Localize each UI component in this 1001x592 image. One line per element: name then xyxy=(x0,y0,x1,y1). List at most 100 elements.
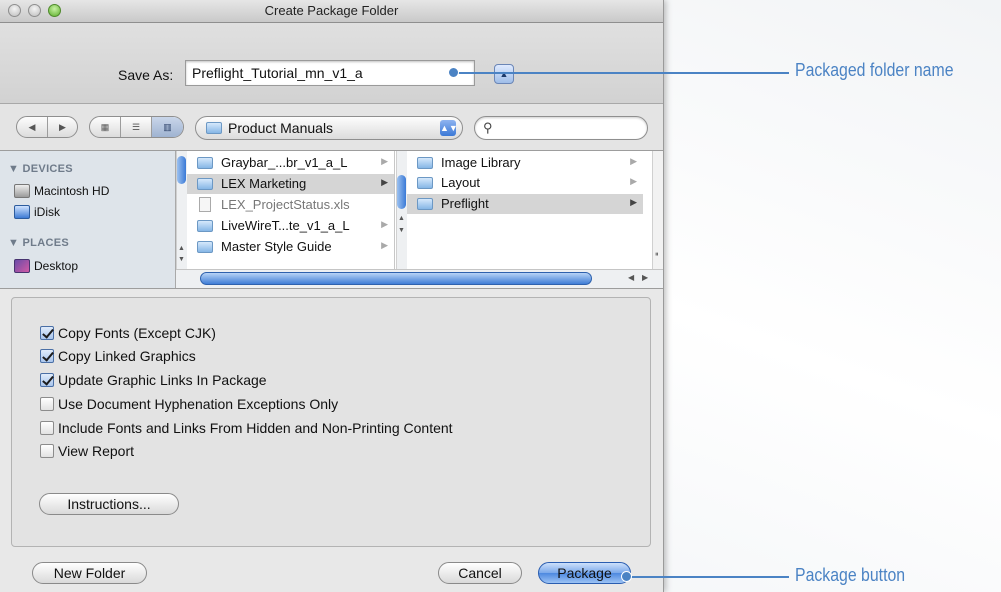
folder-icon xyxy=(417,157,433,169)
collapse-browser-button[interactable]: ▲ xyxy=(494,64,514,84)
chevron-right-icon: ▶ xyxy=(381,219,388,229)
save-as-input[interactable] xyxy=(185,60,475,86)
list-item-label: LEX Marketing xyxy=(221,176,307,191)
document-icon xyxy=(199,197,211,212)
location-label: Product Manuals xyxy=(228,120,334,136)
column-view-button[interactable]: ▥ xyxy=(151,117,183,137)
list-item[interactable]: Layout ▶ xyxy=(407,173,643,193)
browser-toolbar: ◀ ▶ ▦ ☰ ▥ Product Manuals ▲▼ ⚲ xyxy=(0,104,663,150)
file-browser: ▼ DEVICES Macintosh HD iDisk ▼ PLACES De… xyxy=(0,150,663,289)
folder-icon xyxy=(206,122,222,134)
checkbox-label: Copy Linked Graphics xyxy=(58,348,196,364)
sidebar-header-places: ▼ PLACES xyxy=(8,237,69,249)
checkbox-box[interactable] xyxy=(40,349,54,363)
checkbox-box[interactable] xyxy=(40,397,54,411)
window-title: Create Package Folder xyxy=(264,3,399,18)
sidebar-item-idisk[interactable]: iDisk xyxy=(34,205,60,219)
column-1: Graybar_...br_v1_a_L ▶ LEX Marketing ▶ L… xyxy=(187,151,395,269)
title-bar: Create Package Folder xyxy=(0,0,663,23)
column-1-scroll-thumb[interactable] xyxy=(177,156,186,184)
popup-arrows-icon: ▲▼ xyxy=(440,120,458,136)
list-item[interactable]: Master Style Guide ▶ xyxy=(187,237,394,257)
scroll-left-icon[interactable]: ◀ xyxy=(628,273,634,282)
chevron-right-icon: ▶ xyxy=(381,177,388,187)
location-popup[interactable]: Product Manuals ▲▼ xyxy=(195,116,463,140)
list-item-label: Master Style Guide xyxy=(221,239,332,254)
checkbox-label: View Report xyxy=(58,443,135,459)
list-item[interactable]: Graybar_...br_v1_a_L ▶ xyxy=(187,153,394,173)
list-item-label: LEX_ProjectStatus.xls xyxy=(221,197,350,212)
list-item[interactable]: LiveWireT...te_v1_a_L ▶ xyxy=(187,216,394,236)
chevron-right-icon: ▶ xyxy=(630,197,637,207)
scroll-resize-icon[interactable]: ⏸ xyxy=(655,251,659,259)
column-2-scroll-thumb[interactable] xyxy=(397,175,406,209)
folder-name-callout-label: Packaged folder name xyxy=(795,60,954,80)
back-button[interactable]: ◀ xyxy=(17,117,47,137)
sidebar-item-desktop[interactable]: Desktop xyxy=(34,259,78,273)
search-field[interactable]: ⚲ xyxy=(474,116,648,140)
desktop-icon xyxy=(14,259,30,273)
search-icon: ⚲ xyxy=(483,120,493,135)
cancel-button[interactable]: Cancel xyxy=(438,562,522,584)
folder-icon xyxy=(417,177,433,189)
view-mode-control: ▦ ☰ ▥ xyxy=(89,116,184,138)
sidebar-item-macintosh-hd[interactable]: Macintosh HD xyxy=(34,184,109,198)
list-item-label: Image Library xyxy=(441,155,521,170)
checkbox-label: Include Fonts and Links From Hidden and … xyxy=(58,420,453,436)
checkbox-box[interactable] xyxy=(40,421,54,435)
sidebar: ▼ DEVICES Macintosh HD iDisk ▼ PLACES De… xyxy=(0,151,176,288)
hard-drive-icon xyxy=(14,184,30,198)
folder-icon xyxy=(197,241,213,253)
scroll-down-icon[interactable]: ▼ xyxy=(178,256,185,263)
folder-icon xyxy=(197,178,213,190)
column-2-scrollbar[interactable]: ▲ ▼ xyxy=(396,151,407,269)
checkbox-label: Copy Fonts (Except CJK) xyxy=(58,325,216,341)
folder-icon xyxy=(197,220,213,232)
instructions-button[interactable]: Instructions... xyxy=(39,493,179,515)
idisk-icon xyxy=(14,205,30,219)
chevron-right-icon: ▶ xyxy=(630,156,637,166)
list-item[interactable]: LEX_ProjectStatus.xls xyxy=(187,195,394,215)
column-1-scrollbar[interactable]: ▲ ▼ xyxy=(176,151,187,269)
new-folder-button[interactable]: New Folder xyxy=(32,562,147,584)
list-item[interactable]: Preflight ▶ xyxy=(407,194,643,214)
list-item-label: Graybar_...br_v1_a_L xyxy=(221,155,348,170)
package-button-callout-line xyxy=(626,576,789,578)
package-button-callout-dot xyxy=(621,571,632,582)
checkbox-label: Use Document Hyphenation Exceptions Only xyxy=(58,396,339,412)
column-2: Image Library ▶ Layout ▶ Preflight ▶ xyxy=(407,151,643,269)
sidebar-header-devices: ▼ DEVICES xyxy=(8,163,73,175)
list-item-label: LiveWireT...te_v1_a_L xyxy=(221,218,350,233)
scroll-up-icon[interactable]: ▲ xyxy=(398,215,405,222)
folder-icon xyxy=(197,157,213,169)
create-package-dialog: Create Package Folder Save As: ▲ ◀ ▶ ▦ ☰… xyxy=(0,0,664,592)
list-item[interactable]: Image Library ▶ xyxy=(407,153,643,173)
folder-icon xyxy=(417,198,433,210)
package-options-panel: Copy Fonts (Except CJK) Copy Linked Grap… xyxy=(11,297,651,547)
list-item-label: Preflight xyxy=(441,196,489,211)
list-view-button[interactable]: ☰ xyxy=(120,117,151,137)
scroll-up-icon[interactable]: ▲ xyxy=(178,245,185,252)
scroll-right-icon[interactable]: ▶ xyxy=(642,273,648,282)
icon-view-button[interactable]: ▦ xyxy=(90,117,120,137)
checkbox-box[interactable] xyxy=(40,444,54,458)
chevron-right-icon: ▶ xyxy=(381,156,388,166)
list-item-label: Layout xyxy=(441,175,481,190)
package-button[interactable]: Package xyxy=(538,562,631,584)
checkbox-box[interactable] xyxy=(40,326,54,340)
checkbox-label: Update Graphic Links In Package xyxy=(58,372,267,388)
save-as-label: Save As: xyxy=(118,67,174,83)
package-button-callout-label: Package button xyxy=(795,565,906,585)
chevron-right-icon: ▶ xyxy=(381,240,388,250)
save-as-area: Save As: ▲ xyxy=(0,23,663,104)
forward-button[interactable]: ▶ xyxy=(46,117,77,137)
horizontal-scroll-thumb[interactable] xyxy=(200,272,592,285)
scroll-down-icon[interactable]: ▼ xyxy=(398,227,405,234)
back-forward-control: ◀ ▶ xyxy=(16,116,78,138)
horizontal-scrollbar[interactable]: ◀ ▶ xyxy=(176,269,663,288)
column-3-scrollbar[interactable]: ⏸ xyxy=(652,151,663,269)
chevron-right-icon: ▶ xyxy=(630,176,637,186)
checkbox-box[interactable] xyxy=(40,373,54,387)
list-item[interactable]: LEX Marketing ▶ xyxy=(187,174,394,194)
folder-name-callout-line xyxy=(453,72,789,74)
